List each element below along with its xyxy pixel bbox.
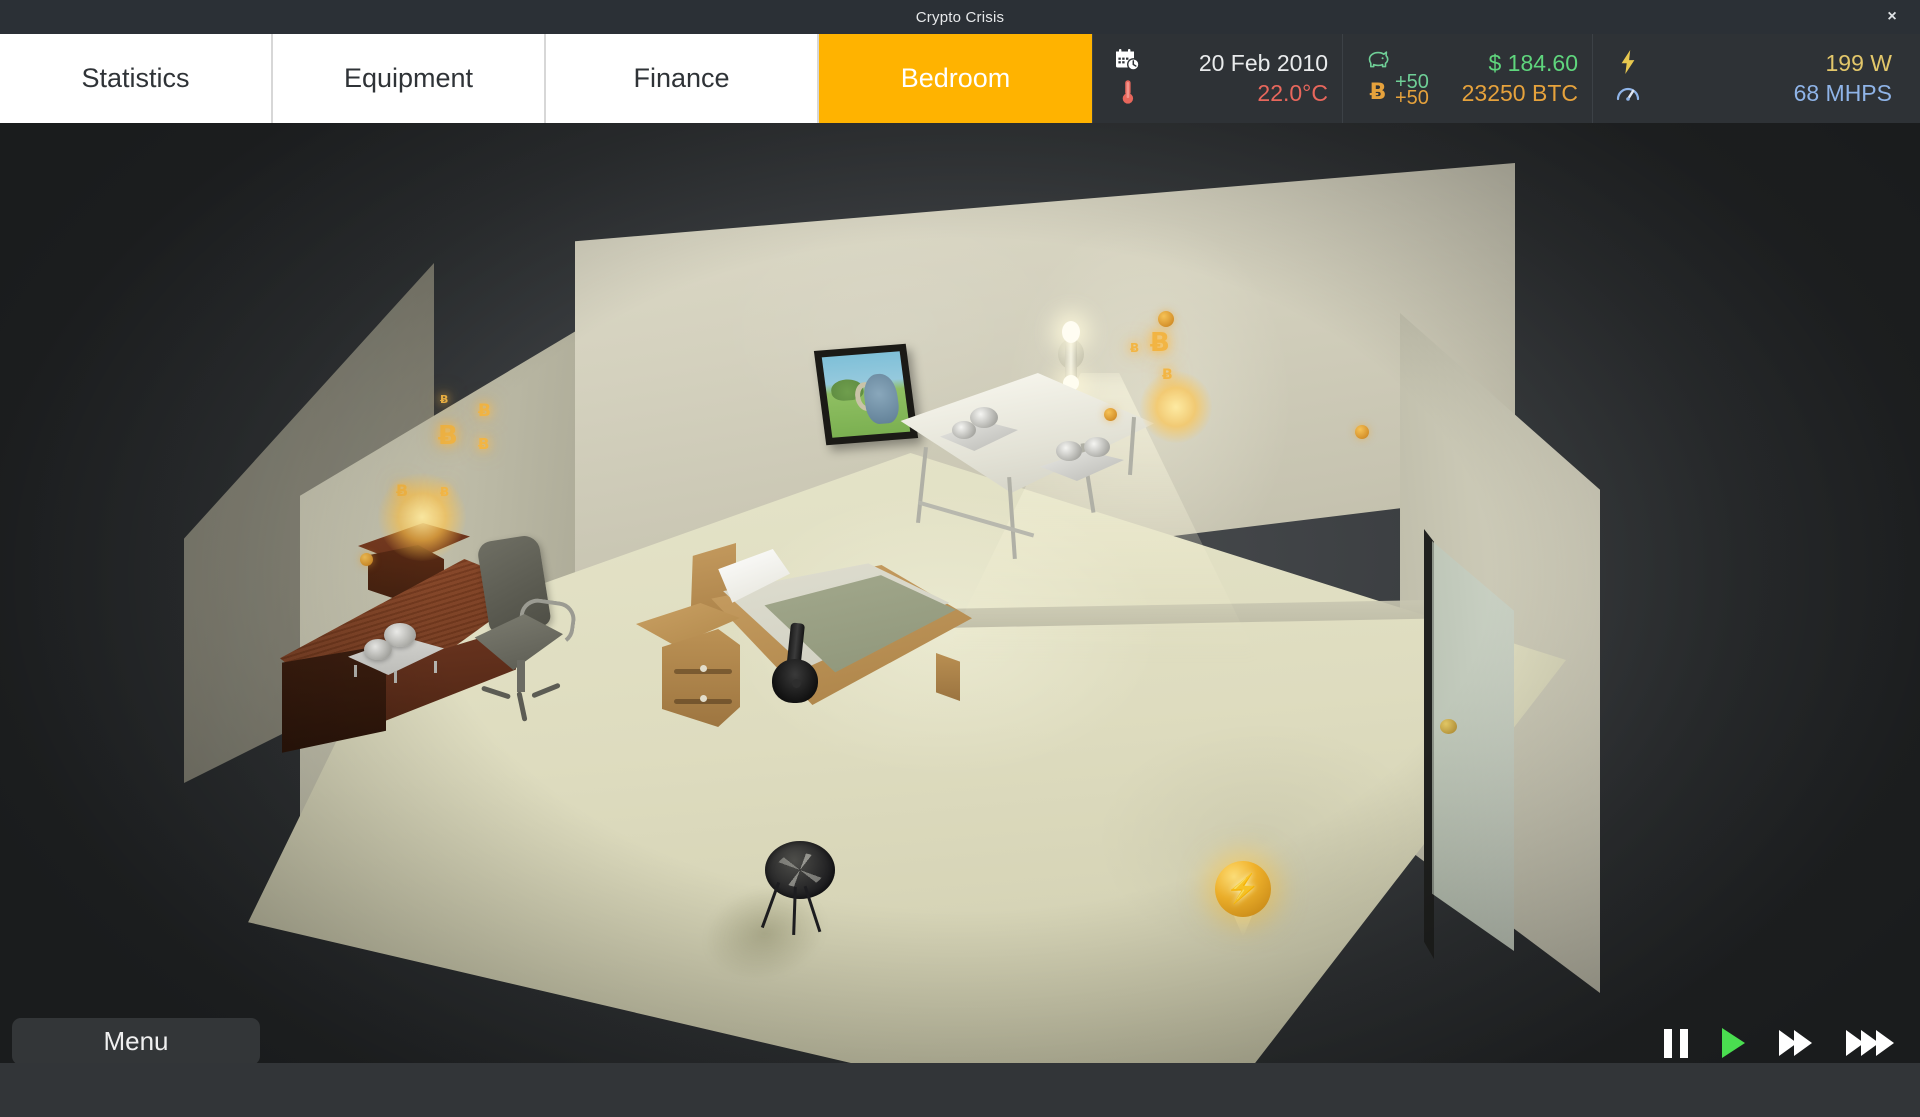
play-icon [1722,1028,1745,1058]
rig-fan [1056,441,1082,461]
speed-controls [1664,1020,1894,1066]
bitcoin-particle: Ƀ [440,393,449,406]
window-title: Crypto Crisis [915,8,1005,26]
orb-ball: ⚡ [1215,861,1271,917]
close-icon[interactable]: × [1864,0,1920,34]
chair-wheels [480,682,567,722]
floor-fan[interactable] [755,841,847,936]
top-bar: Statistics Equipment Finance Bedroom 20 … [0,34,1920,123]
hud-temperature-value: 22.0°C [1257,79,1328,106]
lamp-shade [772,659,818,703]
hud-cash-value: $ 184.60 [1488,50,1578,77]
play-button[interactable] [1722,1028,1745,1058]
hud-group-power: 199 W 68 MHPS [1592,34,1920,123]
bitcoin-coin [1158,311,1174,327]
table-brace [917,500,1035,538]
nightstand-body [662,629,740,727]
nightstand-knob [700,695,707,702]
hud-date-value: 20 Feb 2010 [1198,50,1328,77]
hud-date-values: 20 Feb 2010 22.0°C [1149,50,1328,106]
hud-money-values: $ 184.60 23250 BTC [1399,50,1578,106]
rig-fan [1084,437,1110,457]
hud-power-values: 199 W 68 MHPS [1649,50,1892,106]
bottom-bar [0,1063,1920,1117]
fast-forward-3x-icon [1876,1030,1894,1056]
lightning-bolt-icon: ⚡ [1225,873,1261,904]
tab-finance[interactable]: Finance [546,34,819,123]
pause-button[interactable] [1664,1028,1688,1058]
pause-icon [1664,1028,1688,1058]
hud-date-icons [1107,48,1149,110]
mining-rig-table-left[interactable] [940,405,1018,453]
power-orb-pickup[interactable]: ⚡ [1215,861,1271,937]
hud-power-icons [1607,49,1649,109]
svg-text:Ƀ: Ƀ [1370,80,1387,104]
bed-leg [936,653,960,701]
fast-forward-icon [1794,1030,1812,1056]
table-leg [916,446,928,524]
door[interactable] [1432,541,1514,951]
hud-hashrate-value: 68 MHPS [1793,79,1892,106]
mining-rig-table-right[interactable] [1040,435,1124,483]
hud-group-date-temperature: 20 Feb 2010 22.0°C [1092,34,1342,123]
game-scene[interactable]: Ƀ Ƀ Ƀ Ƀ Ƀ Ƀ Ƀ Ƀ Ƀ ⚡ [0,123,1920,1063]
tab-statistics[interactable]: Statistics [0,34,273,123]
hud-money-icons: Ƀ [1357,49,1399,109]
bitcoin-coin [360,553,373,566]
nightstand[interactable] [636,603,746,737]
hud-stats: 20 Feb 2010 22.0°C Ƀ +50 +50 $ 184.60 23… [1092,34,1920,123]
tab-bar: Statistics Equipment Finance Bedroom [0,34,1092,123]
door-knob-icon [1440,719,1457,734]
menu-button[interactable]: Menu [12,1018,260,1065]
mining-rig-desk[interactable] [348,619,446,683]
title-bar: Crypto Crisis × [0,0,1920,34]
hud-power-value: 199 W [1825,50,1892,77]
rig-fan [364,639,392,660]
bitcoin-coin [1104,408,1117,421]
rig-base [1040,451,1124,481]
hud-group-money: Ƀ +50 +50 $ 184.60 23250 BTC [1342,34,1592,123]
tab-bedroom[interactable]: Bedroom [819,34,1092,123]
fast-forward-3x-button[interactable] [1846,1030,1894,1056]
fast-forward-button[interactable] [1779,1030,1812,1056]
bitcoin-icon: Ƀ [1367,78,1389,109]
office-chair[interactable] [465,533,585,728]
tab-equipment[interactable]: Equipment [273,34,546,123]
hud-bitcoin-value: 23250 BTC [1461,79,1578,106]
bitcoin-coin [1355,425,1369,439]
thermometer-icon [1120,79,1136,110]
nightstand-knob [700,665,707,672]
game-window: Crypto Crisis × Statistics Equipment Fin… [0,0,1920,1117]
piggy-bank-icon [1364,49,1392,76]
fan-leg [792,886,797,936]
bedroom-room: Ƀ Ƀ Ƀ Ƀ Ƀ Ƀ Ƀ Ƀ Ƀ ⚡ [0,123,1920,1063]
calendar-clock-icon [1115,48,1141,77]
rig-fan [952,421,976,439]
sconce-bulb-top [1062,321,1080,343]
lightning-bolt-icon [1617,49,1639,80]
rig-legs [350,661,442,683]
fan-leg [760,881,781,929]
speed-gauge-icon [1615,82,1641,109]
desk-lamp[interactable] [770,622,818,713]
